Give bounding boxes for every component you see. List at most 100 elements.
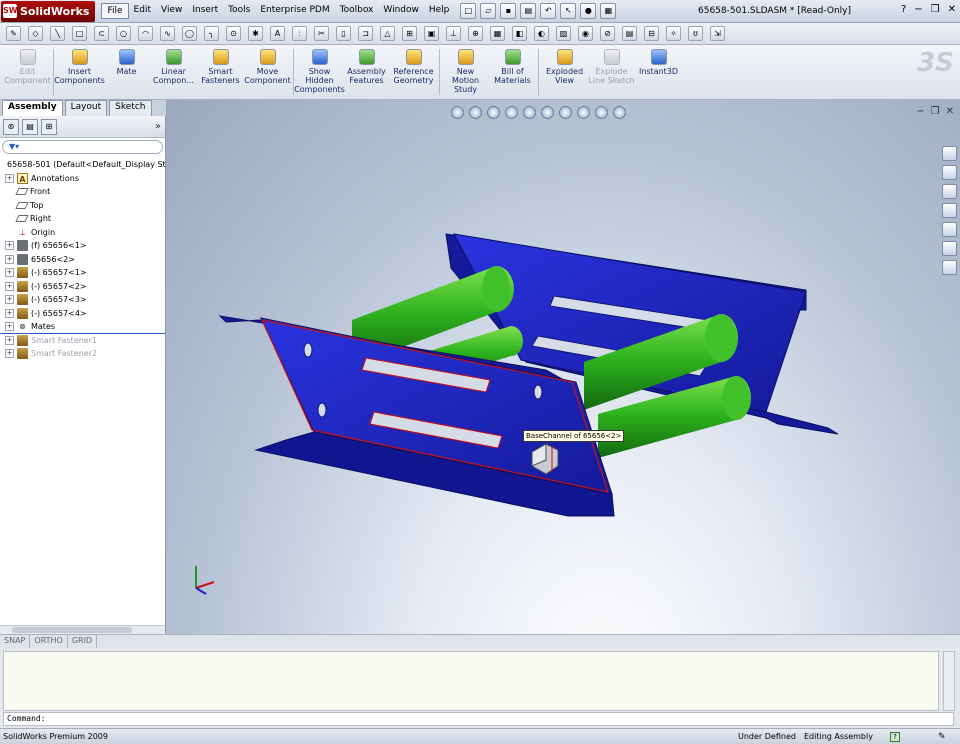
tree-item[interactable]: Top <box>0 199 165 213</box>
point-icon[interactable]: ⊙ <box>226 26 241 41</box>
search-icon[interactable] <box>942 203 957 218</box>
notification-icon[interactable]: ✎ <box>938 732 946 742</box>
print-icon[interactable]: ▤ <box>520 3 537 19</box>
tab-assembly[interactable]: Assembly <box>2 100 63 116</box>
tree-item[interactable]: + Smart Fastener2 <box>0 347 165 361</box>
expand-plus-icon[interactable]: + <box>5 308 14 318</box>
expand-plus-icon[interactable]: + <box>5 321 14 331</box>
centerline-icon[interactable]: ✱ <box>248 26 263 41</box>
custom-properties-icon[interactable] <box>942 260 957 275</box>
expand-chevron-icon[interactable]: » <box>155 121 161 132</box>
tree-item[interactable]: + (-) 65657<2> <box>0 280 165 294</box>
relations-icon[interactable]: ⊥ <box>446 26 461 41</box>
command-history-scrollbar[interactable] <box>943 651 955 711</box>
move-component-button[interactable]: Move Component <box>244 45 291 99</box>
tree-item[interactable]: Front <box>0 185 165 199</box>
hide-show-icon[interactable]: ◉ <box>578 26 593 41</box>
tree-item[interactable]: +65656<2> <box>0 253 165 267</box>
menu-item-view[interactable]: View <box>156 3 187 19</box>
assembly-model[interactable] <box>166 100 960 634</box>
menu-item-tools[interactable]: Tools <box>223 3 255 19</box>
tree-horizontal-scrollbar[interactable] <box>0 625 165 634</box>
apply-scene-icon[interactable]: ▤ <box>622 26 637 41</box>
exploded-view-button[interactable]: Exploded View <box>541 45 588 99</box>
tab-layout[interactable]: Layout <box>64 100 108 116</box>
smart-dimension-icon[interactable]: ◇ <box>28 26 43 41</box>
tree-root-assembly[interactable]: 65658-501 (Default<Default_Display St <box>0 158 166 172</box>
spline-icon[interactable]: ∿ <box>160 26 175 41</box>
pattern-icon[interactable]: ⊞ <box>402 26 417 41</box>
sketch-icon[interactable]: ✎ <box>6 26 21 41</box>
expand-plus-icon[interactable]: + <box>5 241 14 251</box>
section-view-icon[interactable]: ◐ <box>534 26 549 41</box>
open-folder-icon[interactable]: ▱ <box>480 3 497 19</box>
tree-filter-input[interactable]: ▼▾ <box>2 140 163 154</box>
menu-item-toolbox[interactable]: Toolbox <box>335 3 379 19</box>
rebuild-icon[interactable]: ● <box>580 3 597 19</box>
grid-toggle[interactable]: GRID <box>68 635 98 648</box>
quick-snaps-icon[interactable]: ⊕ <box>468 26 483 41</box>
expand-plus-icon[interactable]: + <box>5 173 14 183</box>
expand-plus-icon[interactable]: + <box>5 295 14 305</box>
menu-item-help[interactable]: Help <box>424 3 455 19</box>
rapid-sketch-icon[interactable]: ▦ <box>490 26 505 41</box>
linear-compon-button[interactable]: Linear Compon... <box>150 45 197 99</box>
menu-item-window[interactable]: Window <box>378 3 424 19</box>
rectangle-icon[interactable]: □ <box>72 26 87 41</box>
menu-item-enterprise-pdm[interactable]: Enterprise PDM <box>255 3 334 19</box>
tree-item[interactable]: + ⊗ Mates <box>0 320 165 334</box>
new-motion-study-button[interactable]: New Motion Study <box>442 45 489 99</box>
restore-icon[interactable]: ❐ <box>931 4 940 15</box>
expand-plus-icon[interactable]: + <box>5 254 14 264</box>
offset-icon[interactable]: ▯ <box>336 26 351 41</box>
tree-item[interactable]: ⊥ Origin <box>0 226 165 240</box>
tree-item[interactable]: + Smart Fastener1 <box>0 334 165 348</box>
scroll-thumb[interactable] <box>12 627 132 633</box>
tree-item[interactable]: + (-) 65657<1> <box>0 266 165 280</box>
tree-item[interactable]: + (-) 65657<4> <box>0 307 165 321</box>
bill-of-materials-button[interactable]: Bill of Materials <box>489 45 536 99</box>
convert-icon[interactable]: ⊐ <box>358 26 373 41</box>
macro-icon[interactable]: ✧ <box>666 26 681 41</box>
routing-icon[interactable]: ʊ <box>688 26 703 41</box>
menu-item-edit[interactable]: Edit <box>129 3 156 19</box>
slot-icon[interactable]: ⊂ <box>94 26 109 41</box>
assembly-features-button[interactable]: Assembly Features <box>343 45 390 99</box>
minimize-icon[interactable]: − <box>914 4 922 15</box>
tab-sketch[interactable]: Sketch <box>109 100 152 116</box>
trim-icon[interactable]: ✂ <box>314 26 329 41</box>
fillet-icon[interactable]: ╮ <box>204 26 219 41</box>
show-hidden-components-button[interactable]: Show Hidden Components <box>294 45 345 99</box>
expand-plus-icon[interactable]: + <box>5 268 14 278</box>
expand-plus-icon[interactable]: + <box>5 281 14 291</box>
arc-icon[interactable]: ◠ <box>138 26 153 41</box>
reference-geometry-button[interactable]: Reference Geometry <box>390 45 437 99</box>
tree-item[interactable]: + (-) 65657<3> <box>0 293 165 307</box>
save-icon[interactable]: ▪ <box>500 3 517 19</box>
graphics-area[interactable]: − ❐ ✕ BaseChannel of 65656<2> <box>166 100 960 634</box>
solidworks-logo[interactable]: SW SolidWorks <box>1 0 96 22</box>
tree-item[interactable]: Right <box>0 212 165 226</box>
view-palette-icon[interactable] <box>942 222 957 237</box>
move-icon[interactable]: △ <box>380 26 395 41</box>
mate-button[interactable]: Mate <box>103 45 150 99</box>
featuremanager-tree-icon[interactable]: ⊛ <box>3 118 19 135</box>
snap-toggle[interactable]: SNAP <box>0 635 31 648</box>
help-icon[interactable]: ? <box>901 4 906 15</box>
close-icon[interactable]: ✕ <box>948 4 956 15</box>
view-orientation-icon[interactable]: ◧ <box>512 26 527 41</box>
select-arrow-icon[interactable]: ↖ <box>560 3 577 19</box>
display-style-icon[interactable]: ▨ <box>556 26 571 41</box>
photoworks-icon[interactable]: ⊟ <box>644 26 659 41</box>
new-document-icon[interactable]: □ <box>460 3 477 19</box>
ellipse-icon[interactable]: ◯ <box>182 26 197 41</box>
expand-plus-icon[interactable]: + <box>5 349 14 359</box>
propertymanager-icon[interactable]: ▤ <box>22 118 38 135</box>
tree-item[interactable]: + (f) 65656<1> <box>0 239 165 253</box>
mirror-icon[interactable]: ⫶ <box>292 26 307 41</box>
file-explorer-icon[interactable] <box>942 184 957 199</box>
menu-item-file[interactable]: File <box>101 3 129 19</box>
solidworks-resources-icon[interactable] <box>942 146 957 161</box>
help-status-icon[interactable]: ? <box>890 731 900 742</box>
appearances-icon[interactable] <box>942 241 957 256</box>
